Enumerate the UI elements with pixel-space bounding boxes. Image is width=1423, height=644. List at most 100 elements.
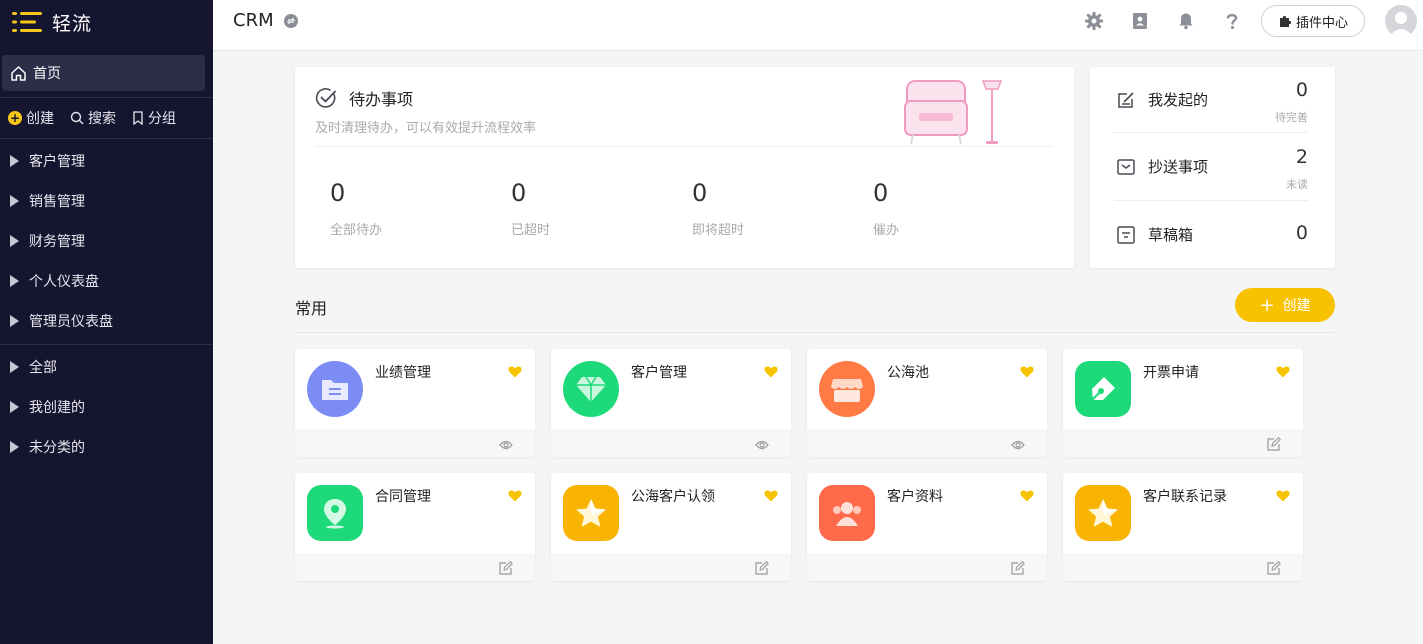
favorite-heart-icon[interactable] xyxy=(764,363,778,382)
todo-card: 待办事项 及时清理待办，可以有效提升流程效率 0 全部待办 0 已超时 0 即将… xyxy=(295,67,1074,268)
app-name: 客户联系记录 xyxy=(1143,489,1227,505)
stat-label: 催办 xyxy=(873,223,900,238)
row-value: 0 xyxy=(1295,79,1308,101)
app-card[interactable]: 合同管理 xyxy=(295,473,535,581)
sidebar-item-customer[interactable]: 客户管理 xyxy=(0,141,213,181)
app-name: 公海池 xyxy=(887,365,929,381)
app-card[interactable]: 公海客户认领 xyxy=(551,473,791,581)
favorite-heart-icon[interactable] xyxy=(1020,363,1034,382)
quick-search-button[interactable]: 搜索 xyxy=(70,108,116,128)
sidebar-item-label: 财务管理 xyxy=(29,234,85,250)
edit-icon[interactable] xyxy=(1011,560,1025,579)
brand-logo[interactable]: 轻流 xyxy=(0,0,213,44)
favorite-heart-icon[interactable] xyxy=(1276,487,1290,506)
my-initiated-label: 我发起的 xyxy=(1116,89,1208,110)
stat-value: 0 xyxy=(873,179,889,207)
star-icon xyxy=(1075,485,1131,541)
quick-group-label: 分组 xyxy=(148,111,176,127)
quick-create-button[interactable]: + 创建 xyxy=(8,108,54,128)
sidebar: 轻流 首页 + 创建 搜索 分组 客户管理 销售管理 财务管理 个人仪表盘 管理… xyxy=(0,0,213,644)
sidebar-item-all[interactable]: 全部 xyxy=(0,347,213,387)
app-card-footer xyxy=(807,553,1047,581)
quick-group-button[interactable]: 分组 xyxy=(132,108,176,128)
avatar[interactable] xyxy=(1385,5,1417,37)
puzzle-icon xyxy=(1279,15,1292,27)
eye-icon[interactable] xyxy=(755,436,769,455)
my-items-card: 我发起的 0 待完善 抄送事项 2 未读 草稿箱 0 xyxy=(1090,67,1335,268)
app-card-footer xyxy=(551,429,791,457)
stat-all-todo[interactable]: 0 全部待办 xyxy=(330,179,382,238)
plus-icon: + xyxy=(1259,294,1275,316)
star-icon xyxy=(563,485,619,541)
sidebar-item-label: 客户管理 xyxy=(29,154,85,170)
edit-icon[interactable] xyxy=(499,560,513,579)
favorite-heart-icon[interactable] xyxy=(764,487,778,506)
help-icon[interactable] xyxy=(1224,12,1240,30)
eye-icon[interactable] xyxy=(499,436,513,455)
row-label: 我发起的 xyxy=(1148,91,1209,109)
stat-label: 已超时 xyxy=(511,223,551,238)
favorite-heart-icon[interactable] xyxy=(508,363,522,382)
location-icon xyxy=(307,485,363,541)
sidebar-item-label: 销售管理 xyxy=(29,194,85,210)
common-section-title: 常用 xyxy=(295,299,328,318)
edit-icon[interactable] xyxy=(1267,560,1281,579)
logo-icon xyxy=(12,12,42,32)
search-icon xyxy=(70,111,84,125)
sidebar-item-admin-dashboard[interactable]: 管理员仪表盘 xyxy=(0,301,213,341)
todo-subtitle: 及时清理待办，可以有效提升流程效率 xyxy=(315,121,537,136)
sidebar-item-personal-dashboard[interactable]: 个人仪表盘 xyxy=(0,261,213,301)
todo-title: 待办事项 xyxy=(349,90,414,109)
app-card[interactable]: 开票申请 xyxy=(1063,349,1303,457)
caret-right-icon xyxy=(10,315,19,327)
app-card-footer xyxy=(551,553,791,581)
stat-due-soon[interactable]: 0 即将超时 xyxy=(692,179,744,238)
sofa-lamp-illustration xyxy=(904,80,1003,145)
stat-urged[interactable]: 0 催办 xyxy=(873,179,899,238)
user-avatar-icon xyxy=(1389,12,1413,37)
app-card[interactable]: 客户资料 xyxy=(807,473,1047,581)
edit-icon[interactable] xyxy=(1267,436,1281,455)
row-label: 草稿箱 xyxy=(1148,226,1194,244)
stat-overdue[interactable]: 0 已超时 xyxy=(511,179,550,238)
caret-right-icon xyxy=(10,275,19,287)
plugin-center-button[interactable]: 插件中心 xyxy=(1261,5,1365,37)
caret-right-icon xyxy=(10,441,19,453)
cc-items-row[interactable]: 抄送事项 2 未读 xyxy=(1114,146,1308,196)
drafts-row[interactable]: 草稿箱 0 xyxy=(1114,222,1308,254)
app-name: 公海客户认领 xyxy=(631,489,715,505)
sidebar-item-uncategorized[interactable]: 未分类的 xyxy=(0,427,213,467)
app-card-footer xyxy=(1063,553,1303,581)
sidebar-item-home[interactable]: 首页 xyxy=(2,55,205,91)
sidebar-item-created-by-me[interactable]: 我创建的 xyxy=(0,387,213,427)
diamond-icon xyxy=(563,361,619,417)
app-card[interactable]: 客户管理 xyxy=(551,349,791,457)
switch-icon[interactable] xyxy=(283,13,298,28)
divider xyxy=(1114,132,1308,133)
my-initiated-row[interactable]: 我发起的 0 待完善 xyxy=(1114,79,1308,129)
app-card[interactable]: 客户联系记录 xyxy=(1063,473,1303,581)
sidebar-item-finance[interactable]: 财务管理 xyxy=(0,221,213,261)
check-circle-icon xyxy=(315,88,336,108)
app-card[interactable]: 业绩管理 xyxy=(295,349,535,457)
favorite-heart-icon[interactable] xyxy=(1020,487,1034,506)
app-name: 业绩管理 xyxy=(375,365,431,381)
bell-icon[interactable] xyxy=(1177,12,1195,30)
settings-gear-icon[interactable] xyxy=(1085,12,1103,30)
sidebar-item-label: 我创建的 xyxy=(29,400,85,416)
caret-right-icon xyxy=(10,361,19,373)
create-app-button[interactable]: + 创建 xyxy=(1235,288,1335,322)
sidebar-item-sales[interactable]: 销售管理 xyxy=(0,181,213,221)
draft-box-icon xyxy=(1117,225,1135,244)
contacts-icon[interactable] xyxy=(1131,12,1149,30)
app-card[interactable]: 公海池 xyxy=(807,349,1047,457)
create-app-label: 创建 xyxy=(1282,298,1311,314)
stat-label: 即将超时 xyxy=(692,223,745,238)
eye-icon[interactable] xyxy=(1011,436,1025,455)
app-card-footer xyxy=(1063,429,1303,457)
edit-icon[interactable] xyxy=(755,560,769,579)
top-header: CRM 插件中心 xyxy=(213,0,1423,51)
caret-right-icon xyxy=(10,235,19,247)
favorite-heart-icon[interactable] xyxy=(508,487,522,506)
favorite-heart-icon[interactable] xyxy=(1276,363,1290,382)
